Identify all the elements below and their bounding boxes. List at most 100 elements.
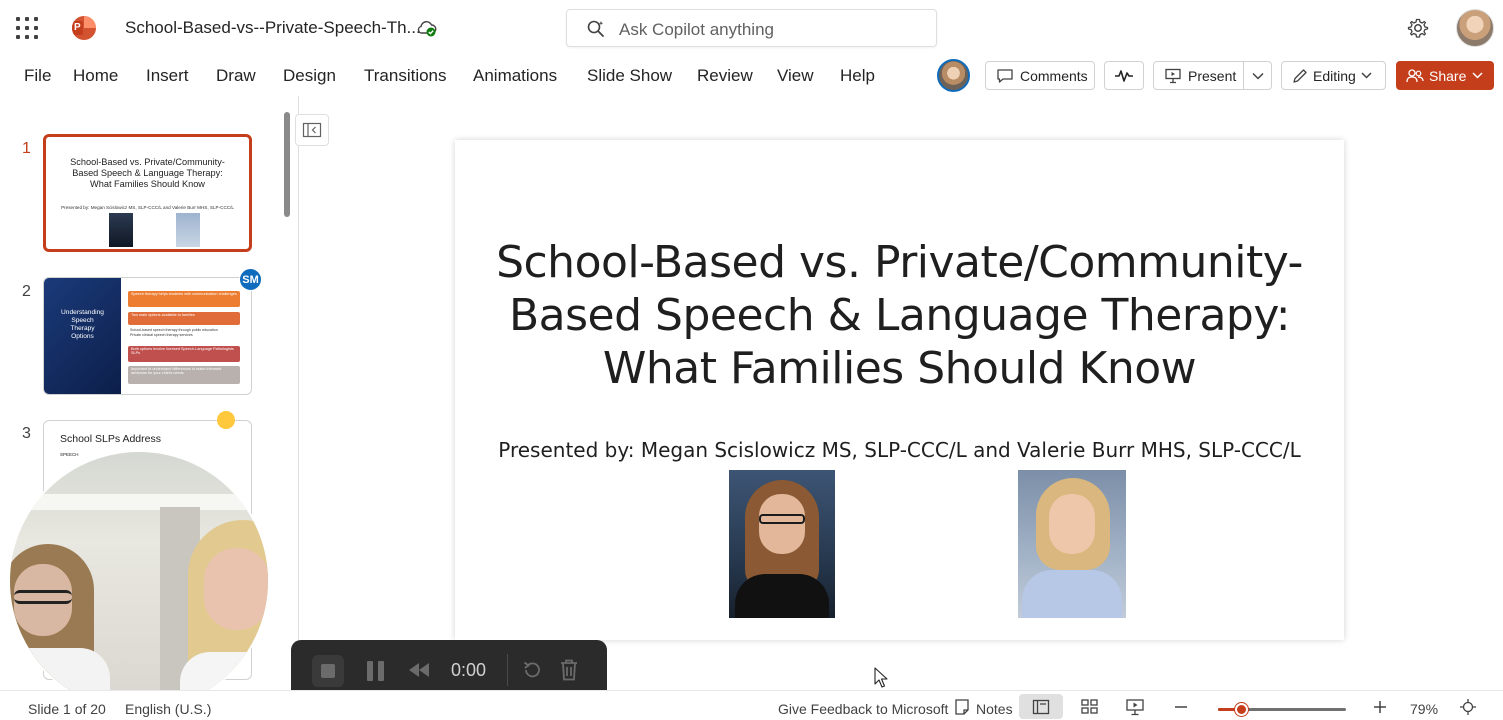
tab-home[interactable]: Home [73,66,118,86]
copilot-search-box[interactable]: Ask Copilot anything [566,9,937,47]
thumbnail-number: 1 [22,140,31,157]
collapse-panel-icon [302,122,322,138]
retake-icon[interactable] [521,659,543,681]
normal-view-button[interactable] [1019,694,1063,719]
thumbnail-photo [109,213,133,247]
cloud-saved-icon[interactable] [417,18,437,38]
pane-divider[interactable] [298,96,299,690]
tab-file[interactable]: File [24,66,51,86]
zoom-percentage[interactable]: 79% [1410,701,1438,717]
notes-button[interactable]: Notes [976,701,1013,717]
gear-icon[interactable] [1407,17,1429,39]
thumbnail-presenters: Presented by: Megan Scislowicz MS, SLP-C… [61,205,234,210]
recording-timer: 0:00 [451,660,487,680]
collapse-pane-button[interactable] [295,114,329,146]
share-label: Share [1429,67,1467,84]
thumbnail-bullets: School-based speech therapy through publ… [130,328,218,337]
pencil-icon [1293,68,1307,83]
feedback-link[interactable]: Give Feedback to Microsoft [778,701,948,717]
status-bar: Slide 1 of 20 English (U.S.) Give Feedba… [0,690,1503,720]
thumbnail-title: School SLPs Address [60,433,161,445]
share-button[interactable]: Share [1396,61,1494,90]
pause-button[interactable] [367,661,385,681]
zoom-in-icon[interactable] [1372,698,1388,716]
slideshow-view-icon[interactable] [1125,698,1145,716]
tab-slide-show[interactable]: Slide Show [587,66,672,86]
photo-face [759,494,805,554]
zoom-slider[interactable] [1218,703,1346,716]
ceiling-light [20,494,250,510]
zoom-out-icon[interactable] [1173,698,1189,716]
activity-icon [1115,69,1133,82]
tab-draw[interactable]: Draw [216,66,256,86]
tab-animations[interactable]: Animations [473,66,557,86]
document-title[interactable]: School-Based-vs--Private-Speech-Th... [125,18,421,38]
language-indicator[interactable]: English (U.S.) [125,701,211,717]
tab-design[interactable]: Design [283,66,336,86]
thumbnail-photo [176,213,200,247]
rewind-icon[interactable] [407,660,431,680]
slide-thumbnail-2[interactable]: Understanding Speech Therapy Options Spe… [43,277,252,395]
chevron-down-icon [1361,72,1372,79]
toolbar-divider [507,654,508,686]
thumbnail-number: 3 [22,425,31,442]
copilot-placeholder: Ask Copilot anything [619,20,774,39]
normal-view-icon [1032,699,1050,715]
powerpoint-logo-icon[interactable]: P [72,16,96,40]
photo-body [735,574,829,618]
thumbnail-bullet: Private clinical speech therapy services [130,332,193,337]
present-button-group[interactable]: Present [1153,61,1272,90]
present-split-divider [1243,62,1244,89]
notes-icon[interactable] [954,698,970,716]
thumbnail-title: School-Based vs. Private/Community- Base… [70,157,225,189]
presenter-photo-valerie[interactable] [1018,470,1126,618]
ribbon-tabs: File Home Insert Draw Design Transitions… [0,56,1503,96]
thumbnail-bullet: School-based speech therapy through publ… [130,328,218,332]
thumbnail-box: Two main options available to families [128,312,240,325]
editing-mode-button[interactable]: Editing [1281,61,1386,90]
tab-transitions[interactable]: Transitions [364,66,447,86]
share-people-icon [1406,68,1424,82]
comment-icon [997,68,1013,83]
fit-to-window-icon[interactable] [1458,698,1478,716]
presenter-photo-megan[interactable] [729,470,835,618]
tab-review[interactable]: Review [697,66,753,86]
slide-title[interactable]: School-Based vs. Private/Community- Base… [455,236,1344,395]
photo-glasses [759,514,805,524]
stop-recording-button[interactable] [312,655,344,687]
camera-preview[interactable] [8,450,270,712]
presenter-left-glasses [14,590,72,604]
editing-label: Editing [1313,67,1356,84]
thumbnail-box: Both options involve licensed Speech-Lan… [128,346,240,362]
thumbnail-subtitle: SPEECH [60,452,79,457]
slide-sorter-icon[interactable] [1080,698,1100,716]
current-slide[interactable]: School-Based vs. Private/Community- Base… [455,140,1344,640]
coauthor-badge: SM [239,268,262,291]
catch-up-button[interactable] [1104,61,1144,90]
comments-button[interactable]: Comments [985,61,1095,90]
tab-help[interactable]: Help [840,66,875,86]
tab-insert[interactable]: Insert [146,66,189,86]
tab-view[interactable]: View [777,66,814,86]
chevron-down-icon[interactable] [1252,72,1264,80]
present-icon [1165,68,1181,83]
slide-counter: Slide 1 of 20 [28,701,106,717]
photo-face [1049,494,1095,554]
copilot-search-icon [587,20,604,37]
thumbnail-title: Understanding Speech Therapy Options [61,309,104,340]
title-bar: P School-Based-vs--Private-Speech-Th... … [0,0,1503,56]
comments-label: Comments [1020,67,1088,84]
trash-icon[interactable] [558,658,580,682]
chevron-down-icon [1472,72,1483,79]
slide-presenters[interactable]: Presented by: Megan Scislowicz MS, SLP-C… [455,438,1344,462]
slide-thumbnail-1[interactable]: School-Based vs. Private/Community- Base… [43,134,252,252]
user-avatar[interactable] [1456,9,1494,47]
presenter-right-face [204,548,268,630]
coauthor-presence-dot [217,411,235,429]
photo-body [1022,570,1122,618]
app-launcher-icon[interactable] [16,17,38,39]
coauthor-avatar[interactable] [937,59,970,92]
thumbnail-number: 2 [22,283,31,300]
thumbnail-scrollbar[interactable] [284,112,290,217]
zoom-slider-thumb[interactable] [1235,703,1248,716]
